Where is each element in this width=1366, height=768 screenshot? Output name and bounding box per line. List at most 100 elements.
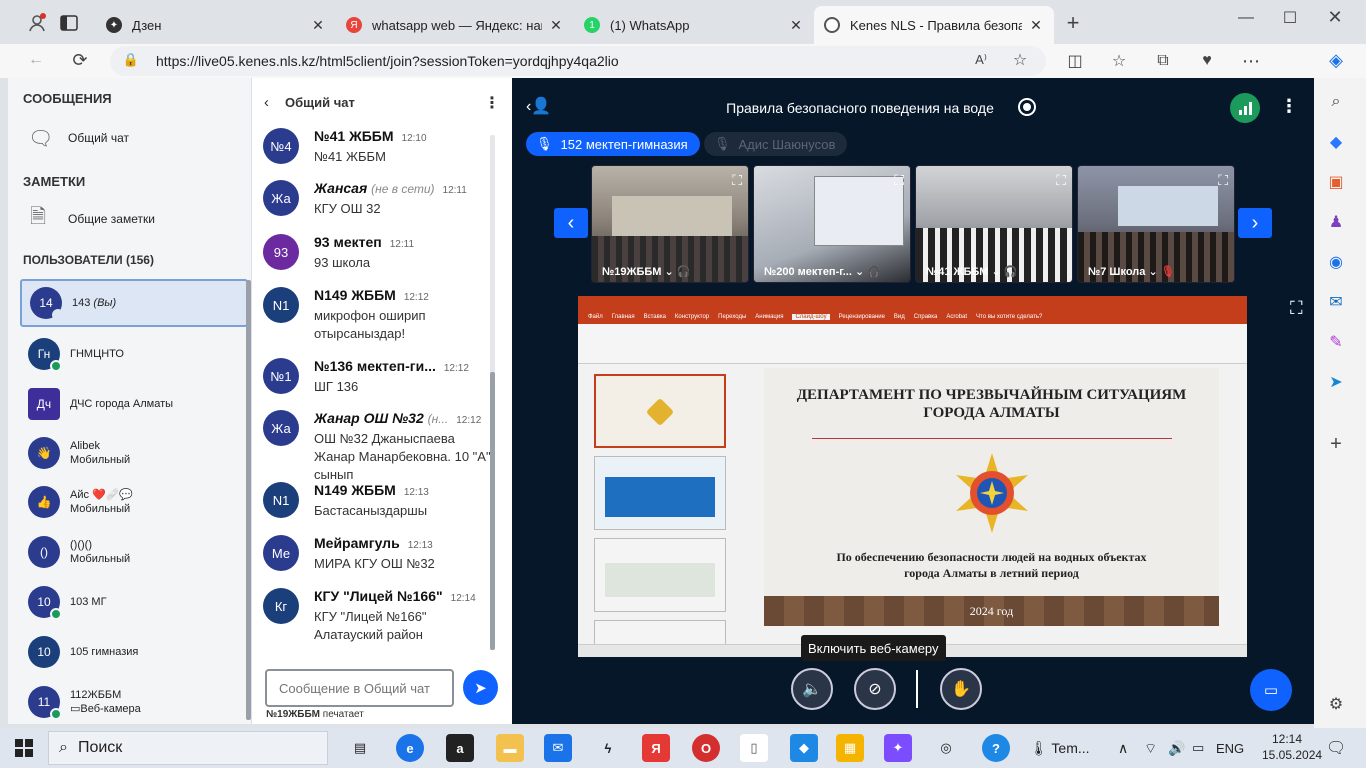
taskbar-search[interactable]: ⌕ Поиск (48, 731, 328, 765)
document-icon[interactable]: ▯ (740, 734, 768, 762)
telegram-icon[interactable]: ➤ (1326, 372, 1346, 392)
performance-icon[interactable]: ♥ (1196, 50, 1218, 72)
obs-icon[interactable]: ◎ (932, 734, 960, 762)
microsoft365-icon[interactable]: ◉ (1326, 252, 1346, 272)
chat-back-icon[interactable]: ‹ (264, 94, 269, 111)
fullscreen-icon[interactable]: ⛶ (1290, 298, 1303, 319)
notifications-icon[interactable]: 🗨 (1326, 738, 1346, 758)
audio-button[interactable]: 🔈 (791, 668, 833, 710)
chat-input[interactable] (265, 669, 454, 707)
weather[interactable]: 🌡 Tem... (1030, 740, 1090, 757)
more-icon[interactable]: ⋯ (1240, 50, 1262, 72)
presentation-toggle-button[interactable]: ▭ (1250, 669, 1292, 711)
designer-icon[interactable]: ✎ (1326, 332, 1346, 352)
video-tile[interactable]: ⛶ №19ЖББМ ⌄ 🎧 (591, 165, 749, 283)
tab-dzen[interactable]: ✦ Дзен ✕ (96, 6, 336, 44)
dropbox-icon[interactable]: ◆ (790, 734, 818, 762)
shopping-icon[interactable]: ◆ (1326, 132, 1346, 152)
video-tile[interactable]: ⛶ №7 Школа ⌄ 🎙 (1077, 165, 1235, 283)
users-scrollbar[interactable] (246, 280, 251, 720)
video-tile[interactable]: ⛶ №200 мектеп-г... ⌄ 🎧 (753, 165, 911, 283)
profile-icon[interactable] (24, 10, 50, 36)
tray-chevron-icon[interactable]: ∧ (1118, 740, 1128, 757)
task-view-icon[interactable]: ▤ (346, 734, 374, 762)
new-tab-icon[interactable]: + (1062, 10, 1084, 35)
help-icon[interactable]: ? (982, 734, 1010, 762)
split-screen-icon[interactable]: ◫ (1064, 50, 1086, 72)
volume-icon[interactable]: 🔊 (1168, 740, 1185, 757)
raise-hand-button[interactable]: ✋ (940, 668, 982, 710)
avatar: N1 (263, 287, 299, 323)
minimize-icon[interactable]: — (1236, 8, 1256, 28)
language-indicator[interactable]: ENG (1216, 741, 1244, 756)
chat-scrollbar[interactable] (490, 372, 495, 650)
settings-icon[interactable]: ⚙ (1326, 694, 1346, 714)
user-item[interactable]: 👋 Alibek Мобильный (20, 429, 248, 477)
explorer-icon[interactable]: ▬ (496, 734, 524, 762)
close-icon[interactable]: ✕ (788, 17, 804, 34)
prev-page-button[interactable]: ‹ (554, 208, 588, 238)
close-icon[interactable]: ✕ (310, 17, 326, 34)
public-chat-nav[interactable]: 🗨 Общий чат (20, 124, 246, 152)
video-tile[interactable]: ⛶ №41 ЖББМ ⌄ 🎧 (915, 165, 1073, 283)
user-item[interactable]: 11 112ЖББМ ▭Веб-камера (20, 678, 248, 726)
back-icon[interactable]: ← (24, 48, 48, 72)
users-toggle-icon[interactable]: ‹👤 (526, 96, 551, 116)
collections-icon[interactable]: ⧉ (1152, 50, 1174, 72)
expand-icon[interactable]: ⛶ (732, 172, 742, 189)
webcam-button[interactable]: ⊘ (854, 668, 896, 710)
close-icon[interactable]: ✕ (548, 17, 564, 34)
tab-kenes[interactable]: Kenes NLS - Правила безопасн ✕ (814, 6, 1054, 44)
record-icon[interactable] (1018, 98, 1036, 116)
outlook-icon[interactable]: ✉ (1326, 292, 1346, 312)
windows-start-icon[interactable] (14, 738, 34, 758)
add-sidebar-icon[interactable]: + (1326, 433, 1346, 455)
user-item[interactable]: Дч ДЧС города Алматы (20, 380, 248, 428)
user-item[interactable]: 10 105 гимназия (20, 628, 248, 676)
talking-indicator[interactable]: 🎙 152 мектеп-гимназия (526, 132, 700, 156)
opera-icon[interactable]: O (692, 734, 720, 762)
expand-icon[interactable]: ⛶ (894, 172, 904, 189)
chat-options-icon[interactable]: ⋮ (484, 93, 500, 113)
url-field[interactable]: 🔒 https://live05.kenes.nls.kz/html5clien… (110, 46, 1046, 76)
shared-notes-nav[interactable]: 🗎 Общие заметки (20, 205, 246, 233)
copilot-icon[interactable]: ◈ (1324, 48, 1348, 72)
tab-yandex[interactable]: Я whatsapp web — Яндекс: нашло ✕ (336, 6, 574, 44)
mail-icon[interactable]: ✉ (544, 734, 572, 762)
favorites-icon[interactable]: ☆ (1108, 50, 1130, 72)
user-item[interactable]: 10 103 МГ (20, 578, 248, 626)
user-item-self[interactable]: 14 143 (Вы) (20, 279, 248, 327)
expand-icon[interactable]: ⛶ (1218, 172, 1228, 189)
send-button[interactable]: ➤ (463, 670, 498, 705)
clock[interactable]: 12:14 15.05.2024 (1262, 731, 1322, 763)
mic-icon: 🎙 (536, 136, 553, 151)
favorite-star-icon[interactable]: ☆ (1010, 50, 1030, 70)
tools-icon[interactable]: ▣ (1326, 172, 1346, 192)
tab-actions-icon[interactable] (58, 12, 80, 34)
connection-status-icon[interactable] (1230, 93, 1260, 123)
talking-indicator[interactable]: 🎙 Адис Шаюнусов (704, 132, 848, 156)
refresh-icon[interactable]: ⟳ (68, 48, 92, 72)
maximize-icon[interactable]: ☐ (1280, 8, 1300, 28)
yandex-browser-icon[interactable]: Я (642, 734, 670, 762)
game-icon[interactable]: ✦ (884, 734, 912, 762)
store-icon[interactable]: ▦ (836, 734, 864, 762)
expand-icon[interactable]: ⛶ (1056, 172, 1066, 189)
next-page-button[interactable]: › (1238, 208, 1272, 238)
network-icon[interactable]: ⌔ (1144, 740, 1157, 758)
tab-whatsapp[interactable]: 1 (1) WhatsApp ✕ (574, 6, 814, 44)
search-icon[interactable]: ⌕ (1326, 92, 1346, 112)
options-icon[interactable]: ⋮ (1280, 96, 1298, 117)
lock-icon[interactable]: 🔒 (122, 51, 140, 69)
read-aloud-icon[interactable]: A⁾ (972, 51, 990, 69)
app-icon[interactable]: ϟ (594, 734, 622, 762)
edge-icon[interactable]: e (396, 734, 424, 762)
close-icon[interactable]: ✕ (1028, 17, 1044, 34)
user-item[interactable]: () ()()() Мобильный (20, 528, 248, 576)
window-close-icon[interactable]: ✕ (1324, 6, 1346, 28)
user-item[interactable]: 👍 Айс ❤️🩹💬 Мобильный (20, 478, 248, 526)
amazon-icon[interactable]: a (446, 734, 474, 762)
user-item[interactable]: Гн ГНМЦНТО (20, 330, 248, 378)
battery-icon[interactable]: ▭ (1192, 740, 1204, 756)
games-icon[interactable]: ♟ (1326, 212, 1346, 232)
